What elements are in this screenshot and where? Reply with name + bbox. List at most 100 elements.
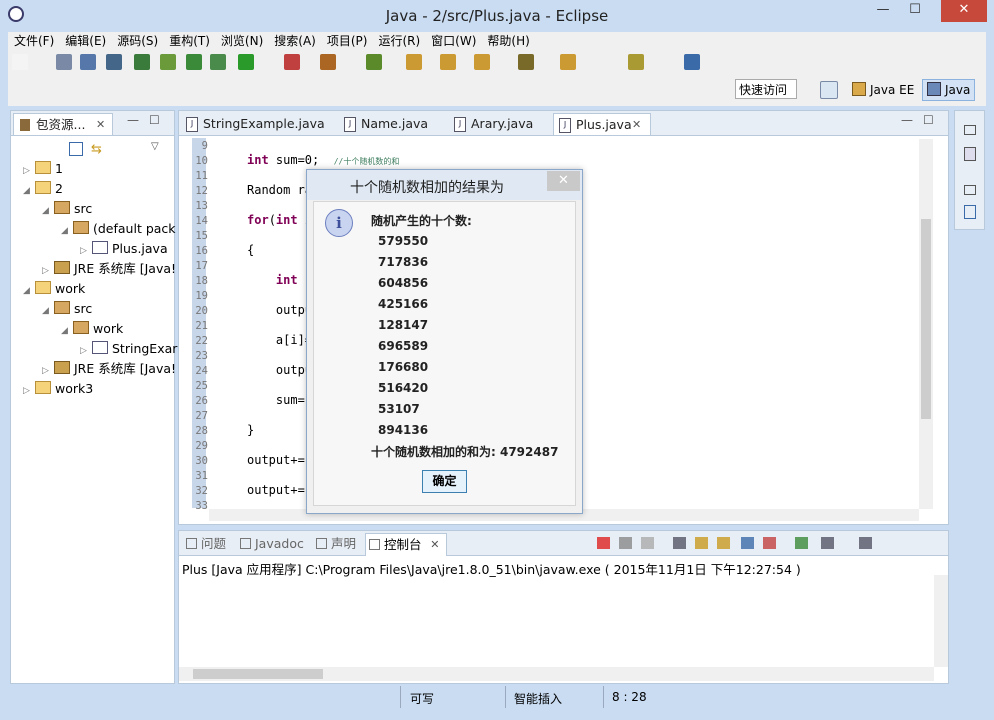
code-line[interactable]: output+=s <box>247 483 312 497</box>
tree-item[interactable]: ▷ JRE 系统库 [Java! <box>42 260 176 278</box>
show-stderr-icon[interactable] <box>763 537 776 549</box>
expand-icon[interactable]: ▷ <box>23 382 35 400</box>
dialog-close-button[interactable]: ✕ <box>547 171 580 191</box>
close-icon[interactable]: ✕ <box>96 114 105 136</box>
minimize-button[interactable]: — <box>870 0 896 22</box>
expand-icon[interactable]: ▷ <box>23 162 35 180</box>
toolbar-tool-icon[interactable] <box>210 54 226 70</box>
toolbar-tool-icon[interactable] <box>134 54 150 70</box>
tree-item[interactable]: ◢ work <box>23 280 85 298</box>
collapse-icon[interactable]: ◢ <box>42 202 54 220</box>
quick-access-input[interactable]: 快速访问 <box>735 79 797 99</box>
remove-launch-icon[interactable] <box>619 537 632 549</box>
pin-console-icon[interactable] <box>795 537 808 549</box>
tree-item[interactable]: ◢ work <box>61 320 123 338</box>
perspective-java-button[interactable]: Java <box>922 79 976 101</box>
open-perspective-icon[interactable] <box>820 81 838 99</box>
toolbar-tool-icon[interactable] <box>106 54 122 70</box>
close-icon[interactable]: ✕ <box>430 534 439 556</box>
menu-item[interactable]: 源码(S) <box>117 32 158 50</box>
code-line[interactable]: int r <box>247 273 312 287</box>
menu-item[interactable]: 窗口(W) <box>431 32 476 50</box>
tab-editor-file[interactable]: J Arary.java <box>449 113 545 135</box>
perspective-javaee-button[interactable]: Java EE <box>848 79 918 101</box>
collapse-icon[interactable]: ◢ <box>42 302 54 320</box>
toolbar-tool-icon[interactable] <box>284 54 300 70</box>
code-line[interactable]: int sum=0; //十个随机数的和 <box>247 153 399 167</box>
toolbar-tool-icon[interactable] <box>238 54 254 70</box>
view-menu-icon[interactable]: ▽ <box>151 141 159 152</box>
toolbar-tool-icon[interactable] <box>12 54 28 70</box>
console-vscrollbar[interactable] <box>934 575 948 667</box>
toolbar-tool-icon[interactable] <box>80 54 96 70</box>
outline-view-icon[interactable] <box>964 147 976 161</box>
collapse-icon[interactable]: ◢ <box>23 182 35 200</box>
toolbar-tool-icon[interactable] <box>474 54 490 70</box>
menu-item[interactable]: 运行(R) <box>378 32 420 50</box>
scroll-lock-icon[interactable] <box>695 537 708 549</box>
expand-icon[interactable]: ▷ <box>80 242 92 260</box>
expand-icon[interactable]: ▷ <box>42 262 54 280</box>
tree-item[interactable]: ▷ Plus.java <box>80 240 168 258</box>
toolbar-tool-icon[interactable] <box>440 54 456 70</box>
tab-console-view[interactable]: 问题 <box>183 533 226 555</box>
word-wrap-icon[interactable] <box>717 537 730 549</box>
maximize-icon[interactable]: ☐ <box>923 113 934 127</box>
editor-vscrollbar[interactable] <box>919 139 933 509</box>
show-stdout-icon[interactable] <box>741 537 754 549</box>
toolbar-tool-icon[interactable] <box>560 54 576 70</box>
toolbar-tool-icon[interactable] <box>56 54 72 70</box>
toolbar-tool-icon[interactable] <box>518 54 534 70</box>
code-line[interactable]: outpu <box>247 303 312 317</box>
code-line[interactable]: for(int i <box>247 213 312 227</box>
console-hscrollbar[interactable] <box>179 667 934 681</box>
collapse-all-icon[interactable] <box>69 142 83 156</box>
collapse-icon[interactable]: ◢ <box>23 282 35 300</box>
task-list-icon[interactable] <box>964 205 976 219</box>
toolbar-tool-icon[interactable] <box>628 54 644 70</box>
maximize-button[interactable]: ☐ <box>902 0 928 22</box>
scroll-thumb[interactable] <box>193 669 323 679</box>
tab-editor-file[interactable]: J Name.java <box>339 113 441 135</box>
tab-console-view[interactable]: 声明 <box>313 533 356 555</box>
menu-item[interactable]: 浏览(N) <box>221 32 263 50</box>
collapse-icon[interactable]: ◢ <box>61 322 73 340</box>
close-button[interactable]: ✕ <box>941 0 987 22</box>
menu-item[interactable]: 项目(P) <box>327 32 368 50</box>
tab-editor-file[interactable]: J StringExample.java <box>181 113 331 135</box>
toolbar-tool-icon[interactable] <box>684 54 700 70</box>
terminate-icon[interactable] <box>597 537 610 549</box>
tab-package-explorer[interactable]: 包资源... ✕ <box>13 113 113 135</box>
minimize-icon[interactable]: — <box>127 113 139 127</box>
tab-console-view[interactable]: Javadoc <box>237 533 304 555</box>
scroll-thumb[interactable] <box>921 219 931 419</box>
menu-item[interactable]: 重构(T) <box>169 32 210 50</box>
menu-item[interactable]: 编辑(E) <box>65 32 106 50</box>
code-line[interactable]: a[i]= <box>247 333 312 347</box>
code-line[interactable]: Random ra <box>247 183 312 197</box>
tree-item[interactable]: ▷ 1 <box>23 160 63 178</box>
toolbar-tool-icon[interactable] <box>320 54 336 70</box>
tree-item[interactable]: ◢ src <box>42 200 92 218</box>
menu-item[interactable]: 文件(F) <box>14 32 54 50</box>
remove-all-icon[interactable] <box>641 537 654 549</box>
toolbar-tool-icon[interactable] <box>406 54 422 70</box>
toolbar-tool-icon[interactable] <box>186 54 202 70</box>
display-console-icon[interactable] <box>821 537 834 549</box>
maximize-icon[interactable]: ☐ <box>149 113 160 127</box>
code-line[interactable]: { <box>247 243 254 257</box>
close-icon[interactable]: ✕ <box>632 114 641 136</box>
open-console-icon[interactable] <box>859 537 872 549</box>
code-line[interactable]: } <box>247 423 254 437</box>
collapse-icon[interactable]: ◢ <box>61 222 73 240</box>
toolbar-tool-icon[interactable] <box>160 54 176 70</box>
tab-editor-file[interactable]: J Plus.java ✕ <box>553 113 651 135</box>
tree-item[interactable]: ▷ StringExar <box>80 340 177 358</box>
restore-icon[interactable] <box>964 185 976 195</box>
restore-icon[interactable] <box>964 125 976 135</box>
menu-item[interactable]: 搜索(A) <box>274 32 316 50</box>
expand-icon[interactable]: ▷ <box>80 342 92 360</box>
tree-item[interactable]: ▷ JRE 系统库 [Java! <box>42 360 176 378</box>
tree-item[interactable]: ◢ src <box>42 300 92 318</box>
code-line[interactable]: sum=s <box>247 393 312 407</box>
